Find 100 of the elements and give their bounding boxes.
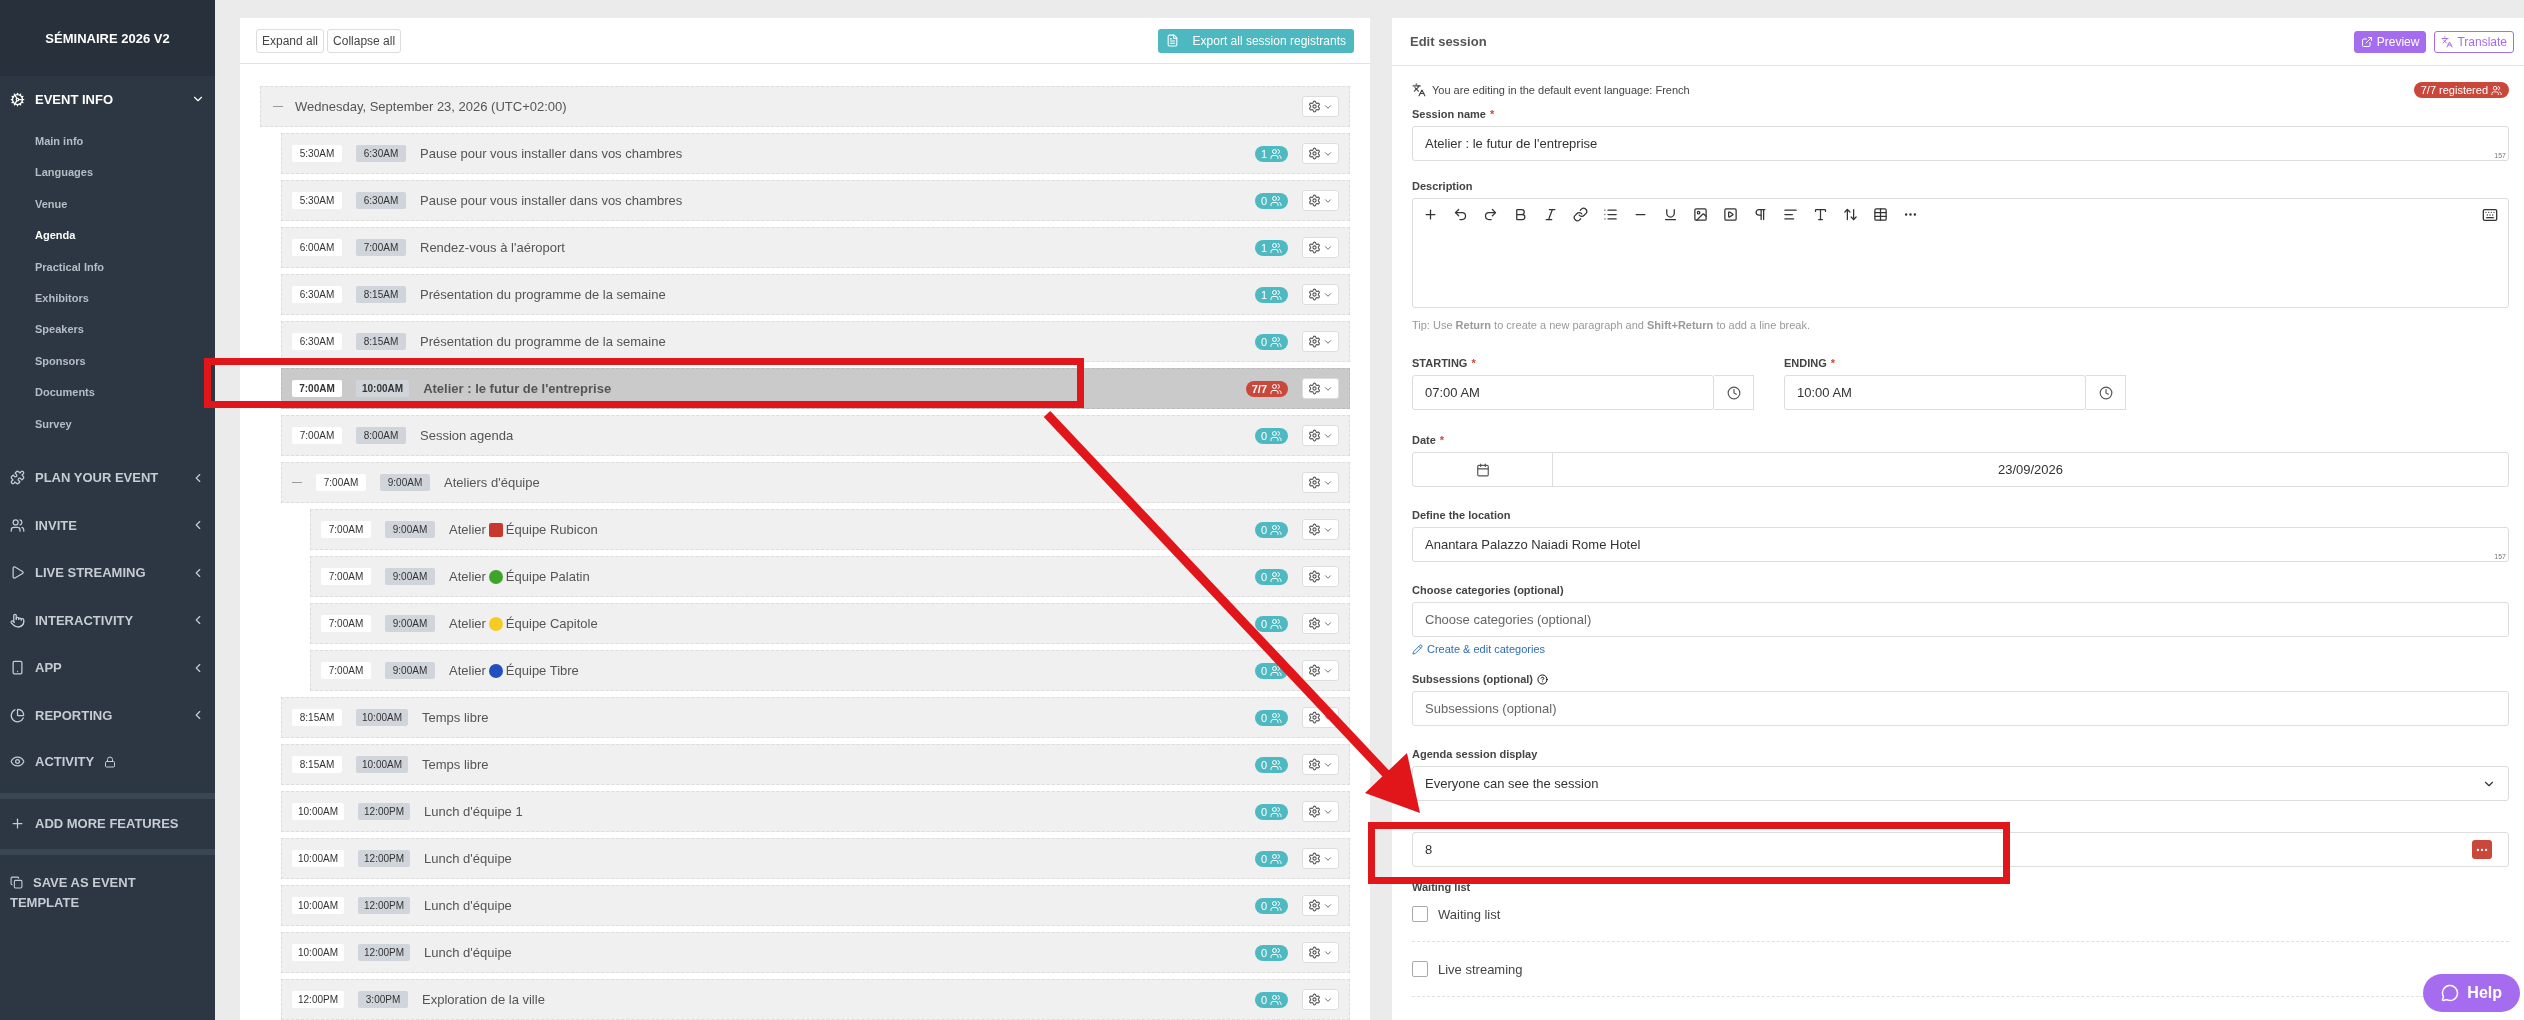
settings-dropdown[interactable] — [1302, 754, 1339, 775]
session-row[interactable]: 7:00AM 9:00AM Atelier Équipe Palatin 0 — [310, 556, 1350, 597]
session-row[interactable]: 8:15AM 10:00AM Temps libre 0 — [281, 697, 1350, 738]
settings-dropdown[interactable] — [1302, 613, 1339, 634]
redo-icon[interactable] — [1483, 207, 1498, 222]
sidebar-section[interactable]: EVENT INFO — [0, 76, 215, 122]
people-icon — [1270, 852, 1282, 865]
sidebar-section[interactable]: PLAN YOUR EVENT — [0, 453, 215, 502]
session-row[interactable]: 5:30AM 6:30AM Pause pour vous installer dans vos chambres 1 — [281, 133, 1350, 174]
settings-dropdown[interactable] — [1302, 331, 1339, 352]
settings-dropdown[interactable] — [1302, 96, 1339, 117]
keyboard-icon[interactable] — [2482, 207, 2498, 223]
end-time: 9:00AM — [385, 521, 435, 538]
sidebar-item[interactable]: Practical Info — [0, 251, 215, 283]
sidebar-item[interactable]: Sponsors — [0, 345, 215, 378]
sidebar-item[interactable]: Main info — [0, 126, 215, 158]
align-icon[interactable] — [1783, 207, 1798, 222]
table-icon[interactable] — [1873, 207, 1888, 222]
session-row[interactable]: 7:00AM 9:00AM Atelier Équipe Tibre 0 — [310, 650, 1350, 691]
session-row[interactable]: 5:30AM 6:30AM Pause pour vous installer dans vos chambres 0 — [281, 180, 1350, 221]
display-select[interactable]: Everyone can see the session — [1412, 766, 2509, 801]
people-icon — [1270, 241, 1282, 254]
categories-link[interactable]: Create & edit categories — [1412, 643, 2509, 655]
settings-dropdown[interactable] — [1302, 519, 1339, 540]
settings-dropdown[interactable] — [1302, 143, 1339, 164]
settings-dropdown[interactable] — [1302, 801, 1339, 822]
sidebar-item[interactable]: Agenda — [0, 220, 215, 252]
session-row[interactable]: 10:00AM 12:00PM Lunch d'équipe 0 — [281, 932, 1350, 973]
list-icon[interactable] — [1603, 207, 1618, 222]
underline-icon[interactable] — [1663, 207, 1678, 222]
sidebar-item[interactable]: Speakers — [0, 314, 215, 346]
sidebar-section[interactable]: APP — [0, 643, 215, 692]
session-row[interactable]: 10:00AM 12:00PM Lunch d'équipe 0 — [281, 885, 1350, 926]
sidebar-item[interactable]: Languages — [0, 157, 215, 189]
link-icon[interactable] — [1573, 207, 1588, 222]
date-field[interactable]: 23/09/2026 — [1412, 452, 2509, 487]
settings-dropdown[interactable] — [1302, 425, 1339, 446]
translate-button[interactable]: Translate — [2434, 30, 2514, 53]
capacity-field[interactable]: 8 — [1412, 832, 2509, 867]
calendar-icon[interactable] — [1475, 462, 1490, 477]
session-row[interactable]: 10:00AM 12:00PM Lunch d'équipe 0 — [281, 838, 1350, 879]
session-row[interactable]: 8:15AM 10:00AM Temps libre 0 — [281, 744, 1350, 785]
sidebar-item[interactable]: Exhibitors — [0, 282, 215, 315]
subsessions-field[interactable]: Subsessions (optional) — [1412, 691, 2509, 726]
settings-dropdown[interactable] — [1302, 848, 1339, 869]
session-row[interactable]: 6:30AM 8:15AM Présentation du programme de la semaine 1 — [281, 274, 1350, 315]
session-row[interactable]: 6:30AM 8:15AM Présentation du programme de la semaine 0 — [281, 321, 1350, 362]
settings-dropdown[interactable] — [1302, 895, 1339, 916]
categories-field[interactable]: Choose categories (optional) — [1412, 602, 2509, 637]
end-time: 6:30AM — [356, 145, 406, 162]
sidebar-section[interactable]: REPORTING — [0, 691, 215, 739]
sidebar-section[interactable]: ADD MORE FEATURES — [0, 806, 215, 841]
clock-button[interactable] — [1714, 375, 1754, 410]
settings-dropdown[interactable] — [1302, 190, 1339, 211]
text-color-icon[interactable] — [1813, 207, 1828, 222]
image-icon[interactable] — [1693, 207, 1708, 222]
settings-dropdown[interactable] — [1302, 989, 1339, 1010]
sidebar-item[interactable]: Venue — [0, 188, 215, 221]
undo-icon[interactable] — [1453, 207, 1468, 222]
panel-title: Edit session — [1410, 34, 1488, 49]
sidebar-section[interactable]: INTERACTIVITY — [0, 596, 215, 644]
sidebar-section[interactable]: INVITE — [0, 501, 215, 549]
sidebar-section[interactable]: ACTIVITY — [0, 738, 215, 785]
checkbox[interactable] — [1412, 906, 1428, 922]
session-row[interactable]: 7:00AM 9:00AM Ateliers d'équipe — [281, 462, 1350, 503]
settings-dropdown[interactable] — [1302, 237, 1339, 258]
paragraph-icon[interactable] — [1753, 207, 1768, 222]
sidebar-item[interactable]: Survey — [0, 408, 215, 440]
settings-dropdown[interactable] — [1302, 942, 1339, 963]
checkbox[interactable] — [1412, 961, 1428, 977]
registrants-badge: 0 — [1254, 756, 1288, 773]
start-time: 6:00AM — [292, 239, 342, 256]
expand-all-button[interactable]: Expand all — [256, 28, 325, 53]
italic-icon[interactable] — [1543, 207, 1558, 222]
day-header[interactable]: Wednesday, September 23, 2026 (UTC+02:00) — [260, 86, 1350, 127]
settings-dropdown[interactable] — [1302, 472, 1339, 493]
plus-icon[interactable] — [1423, 207, 1438, 222]
session-row[interactable]: 10:00AM 12:00PM Lunch d'équipe 1 0 — [281, 791, 1350, 832]
registrants-badge: 1 — [1254, 145, 1288, 162]
sidebar-section[interactable]: LIVE STREAMING — [0, 548, 215, 597]
sidebar-section[interactable]: SAVE AS EVENT TEMPLATE — [0, 862, 215, 923]
session-row[interactable]: 7:00AM 9:00AM Atelier Équipe Capitole 0 — [310, 603, 1350, 644]
collapse-all-button[interactable]: Collapse all — [327, 28, 402, 53]
settings-dropdown[interactable] — [1302, 660, 1339, 681]
settings-dropdown[interactable] — [1302, 378, 1339, 399]
sidebar-item[interactable]: Documents — [0, 377, 215, 409]
video-icon[interactable] — [1723, 207, 1738, 222]
time-field[interactable]: 07:00 AM — [1412, 375, 1714, 410]
end-time: 12:00PM — [358, 944, 411, 961]
clock-button[interactable] — [2086, 375, 2126, 410]
line-height-icon[interactable] — [1843, 207, 1858, 222]
session-row[interactable]: 7:00AM 9:00AM Atelier Équipe Rubicon 0 — [310, 509, 1350, 550]
bold-icon[interactable] — [1513, 207, 1528, 222]
time-field[interactable]: 10:00 AM — [1784, 375, 2086, 410]
session-row[interactable]: 12:00PM 3:00PM Exploration de la ville 0 — [281, 979, 1350, 1020]
more-button[interactable] — [2472, 840, 2492, 859]
settings-dropdown[interactable] — [1302, 284, 1339, 305]
session-row[interactable]: 7:00AM 8:00AM Session agenda 0 — [281, 415, 1350, 456]
session-row[interactable]: 6:00AM 7:00AM Rendez-vous à l'aéroport 1 — [281, 227, 1350, 268]
settings-dropdown[interactable] — [1302, 566, 1339, 587]
